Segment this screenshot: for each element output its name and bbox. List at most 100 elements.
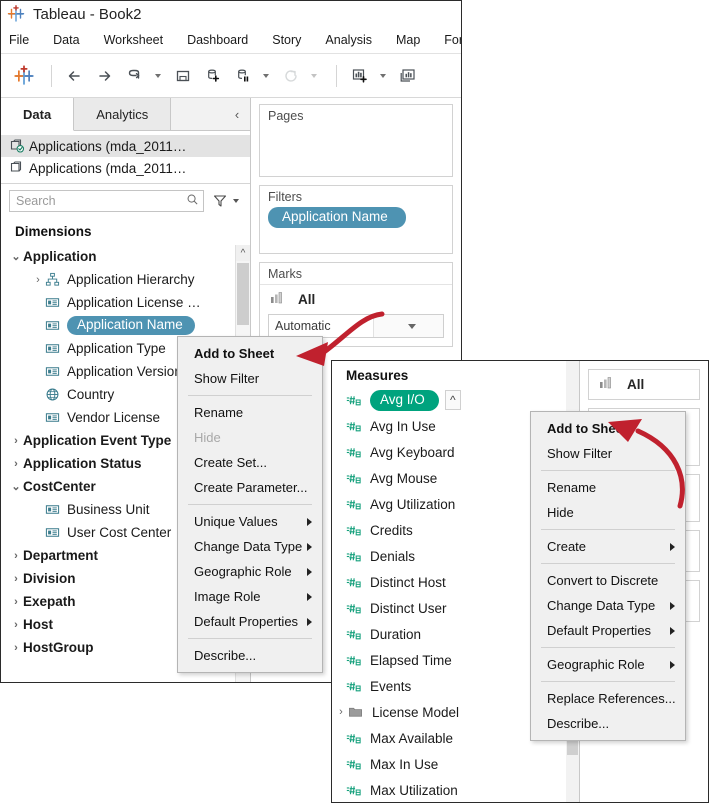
tab-analytics[interactable]: Analytics [74,98,172,130]
tree-node-application[interactable]: ⌄ Application [1,245,250,268]
folder-icon [348,705,372,719]
new-worksheet-icon[interactable] [347,63,373,89]
chevron-right-icon[interactable]: › [9,550,23,562]
filter-pill-application-name[interactable]: Application Name [268,207,406,228]
marks-bar-icon [270,291,286,308]
chevron-right-icon[interactable]: › [31,274,45,286]
new-dashboard-icon[interactable] [395,63,421,89]
new-data-source-icon[interactable] [200,63,226,89]
menu-item-worksheet[interactable]: Worksheet [104,33,164,47]
menu-item-describe[interactable]: Describe... [178,643,322,668]
tree-node-label: Division [23,571,76,586]
menu-separator [188,395,312,396]
menu-item-image-role[interactable]: Image Role [178,584,322,609]
scroll-up-icon[interactable]: ^ [236,245,250,261]
menu-item-label: Describe... [194,648,257,663]
measure-label: Events [370,678,412,694]
menu-item-change-data-type[interactable]: Change Data Type [531,593,685,618]
menu-item-show-filter[interactable]: Show Filter [178,366,322,391]
measure-label: Avg Utilization [370,496,456,512]
menu-item-data[interactable]: Data [53,33,79,47]
pages-shelf[interactable] [260,126,452,176]
datasource-row[interactable]: Applications (mda_2011… [1,135,250,157]
menu-item-create-parameter[interactable]: Create Parameter... [178,475,322,500]
new-worksheet-dropdown-icon[interactable] [377,65,389,87]
datasource-row[interactable]: Applications (mda_2011… [1,157,250,179]
menu-item-convert-to-discrete[interactable]: Convert to Discrete [531,568,685,593]
forward-icon[interactable] [92,63,118,89]
chevron-right-icon[interactable]: › [9,619,23,631]
menu-item-describe[interactable]: Describe... [531,711,685,736]
measure-node-max-utilization[interactable]: Max Utilization [332,777,579,802]
field-dropdown-icon[interactable]: ^ [444,390,461,410]
menu-item-rename[interactable]: Rename [178,400,322,425]
chevron-right-icon[interactable]: › [9,642,23,654]
chevron-right-icon[interactable]: › [9,435,23,447]
menu-separator [541,529,675,530]
filter-icon[interactable] [210,194,230,208]
menu-item-create[interactable]: Create [531,534,685,559]
menu-item-file[interactable]: File [9,33,29,47]
menu-item-story[interactable]: Story [272,33,301,47]
chevron-right-icon[interactable]: › [9,596,23,608]
pause-data-source-icon[interactable] [230,63,256,89]
tableau-logo-icon [7,5,25,23]
tableau-home-icon[interactable] [11,63,37,89]
menu-item-add-to-sheet[interactable]: Add to Sheet [531,416,685,441]
menu-item-add-to-sheet[interactable]: Add to Sheet [178,341,322,366]
chevron-down-icon[interactable]: ⌄ [9,480,23,493]
tree-node-application-hierarchy[interactable]: › Application Hierarchy [1,268,250,291]
scroll-thumb[interactable] [237,263,249,325]
context-menu-measure[interactable]: Add to Sheet Show Filter Rename Hide Create C… [530,411,686,741]
back-icon[interactable] [62,63,88,89]
refresh-icon[interactable] [278,63,304,89]
pause-dropdown-icon[interactable] [260,65,272,87]
measure-label: Distinct User [370,600,447,616]
chevron-down-icon[interactable]: ⌄ [9,250,23,263]
menu-item-default-properties[interactable]: Default Properties [178,609,322,634]
menu-item-dashboard[interactable]: Dashboard [187,33,248,47]
toolbar [1,54,461,98]
menu-item-geographic-role[interactable]: Geographic Role [178,559,322,584]
filter-dropdown-icon[interactable] [230,199,242,203]
filters-shelf[interactable]: Application Name [260,207,452,253]
menu-item-show-filter[interactable]: Show Filter [531,441,685,466]
menu-item-replace-references[interactable]: Replace References... [531,686,685,711]
refresh-dropdown-icon[interactable] [308,65,320,87]
chevron-right-icon[interactable]: › [9,573,23,585]
marks-all-row-2[interactable]: All [589,370,699,399]
menu-item-label: Image Role [194,589,261,604]
menu-item-hide[interactable]: Hide [531,500,685,525]
undo-dropdown-icon[interactable] [152,65,164,87]
collapse-pane-icon[interactable]: ‹ [224,98,250,130]
submenu-arrow-icon [307,617,312,626]
marks-type-dropdown[interactable]: Automatic [268,314,444,338]
title-bar: Tableau - Book2 [1,1,461,27]
menu-item-geographic-role[interactable]: Geographic Role [531,652,685,677]
menu-item-label: Default Properties [547,623,652,638]
measure-node-avg-i-o[interactable]: Avg I/O ^ [332,387,579,413]
menu-item-analysis[interactable]: Analysis [325,33,372,47]
menu-item-rename[interactable]: Rename [531,475,685,500]
search-input[interactable]: Search [9,190,204,212]
menu-item-create-set[interactable]: Create Set... [178,450,322,475]
menu-item-unique-values[interactable]: Unique Values [178,509,322,534]
menu-item-map[interactable]: Map [396,33,420,47]
save-icon[interactable] [170,63,196,89]
menu-item-change-data-type[interactable]: Change Data Type [178,534,322,559]
chevron-right-icon[interactable]: › [334,706,348,718]
submenu-arrow-icon [670,660,675,669]
tree-node-application-license[interactable]: Application License … [1,291,250,314]
chevron-down-icon[interactable] [373,315,443,337]
measure-node-max-in-use[interactable]: Max In Use [332,751,579,777]
dimensions-header: Dimensions [15,224,92,239]
context-menu-dimension[interactable]: Add to Sheet Show Filter Rename Hide Create … [177,336,323,673]
menu-item-for[interactable]: For [444,33,461,47]
marks-all-row[interactable]: All [260,284,452,314]
chevron-right-icon[interactable]: › [9,458,23,470]
tab-data[interactable]: Data [1,98,75,131]
marks-label: Marks [268,267,303,281]
menu-item-default-properties[interactable]: Default Properties [531,618,685,643]
undo-icon[interactable] [122,63,148,89]
tree-node-application-name[interactable]: Application Name [1,314,250,337]
